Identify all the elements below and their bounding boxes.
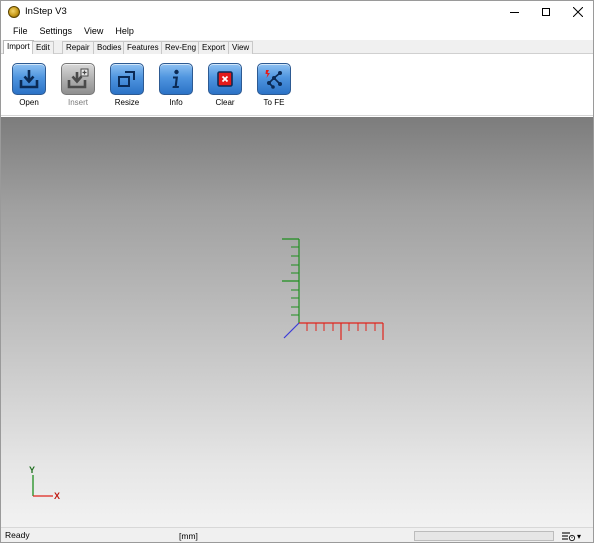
insert-icon	[67, 68, 89, 89]
close-button[interactable]	[563, 1, 593, 23]
app-window: InStep V3 File Settings View Help Import…	[0, 0, 594, 543]
info-icon	[172, 69, 179, 88]
tab-edit[interactable]: Edit	[32, 41, 54, 54]
to-fe-button-face	[257, 63, 291, 95]
menu-bar: File Settings View Help	[1, 23, 593, 39]
maximize-icon	[542, 8, 550, 16]
resize-button-face	[110, 63, 144, 95]
to-fe-icon	[265, 70, 282, 89]
progress-bar	[414, 531, 554, 541]
menu-settings[interactable]: Settings	[34, 23, 79, 39]
status-bar: Ready [mm] ▾	[1, 527, 593, 542]
clear-button[interactable]: Clear	[205, 61, 245, 113]
tab-export[interactable]: Export	[198, 41, 230, 54]
viewport-canvas: Y X	[29, 238, 384, 501]
to-fe-button[interactable]: To FE	[254, 61, 294, 113]
info-label: Info	[169, 98, 183, 107]
insert-button-face	[61, 63, 95, 95]
orientation-triad: Y X	[29, 465, 60, 501]
info-button-face	[159, 63, 193, 95]
to-fe-label: To FE	[263, 98, 285, 107]
menu-view[interactable]: View	[78, 23, 109, 39]
tab-repair[interactable]: Repair	[62, 41, 94, 54]
dropdown-arrow-icon: ▾	[577, 531, 582, 541]
triad-x-label: X	[54, 491, 60, 501]
units-indicator: [mm]	[179, 531, 198, 541]
info-button[interactable]: Info	[156, 61, 196, 113]
triad-y-label: Y	[29, 465, 35, 475]
tab-features[interactable]: Features	[123, 41, 163, 54]
open-label: Open	[19, 98, 39, 107]
clear-button-face	[208, 63, 242, 95]
open-import-icon	[19, 70, 39, 89]
title-bar: InStep V3	[1, 1, 593, 23]
status-text: Ready	[5, 530, 30, 540]
minimize-button[interactable]	[499, 1, 529, 23]
display-settings-icon	[562, 531, 575, 541]
z-axis-line	[283, 322, 300, 339]
tab-import[interactable]: Import	[3, 40, 34, 54]
status-tools[interactable]: ▾	[562, 530, 590, 542]
resize-button[interactable]: Resize	[107, 61, 147, 113]
tab-view[interactable]: View	[228, 41, 254, 54]
tab-rev-eng[interactable]: Rev-Eng	[161, 41, 201, 54]
clear-label: Clear	[215, 98, 235, 107]
close-icon	[573, 7, 583, 17]
open-button-face	[12, 63, 46, 95]
insert-label: Insert	[67, 98, 88, 107]
app-logo-icon	[8, 6, 20, 18]
center-axis-triad	[282, 238, 384, 340]
resize-label: Resize	[114, 98, 140, 107]
ribbon-tabs: Import Edit Repair Bodies Features Rev-E…	[1, 40, 593, 54]
menu-file[interactable]: File	[7, 23, 34, 39]
insert-button[interactable]: Insert	[58, 61, 98, 113]
tab-bodies[interactable]: Bodies	[93, 41, 126, 54]
window-title: InStep V3	[25, 6, 67, 17]
minimize-icon	[509, 11, 519, 13]
ribbon-toolbar: Open Insert Resize Info Clear To FE	[1, 54, 593, 116]
open-button[interactable]: Open	[9, 61, 49, 113]
3d-viewport[interactable]: Y X	[1, 117, 593, 527]
maximize-button[interactable]	[531, 1, 561, 23]
menu-help[interactable]: Help	[109, 23, 140, 39]
clear-icon	[217, 71, 233, 87]
resize-icon	[118, 71, 135, 87]
